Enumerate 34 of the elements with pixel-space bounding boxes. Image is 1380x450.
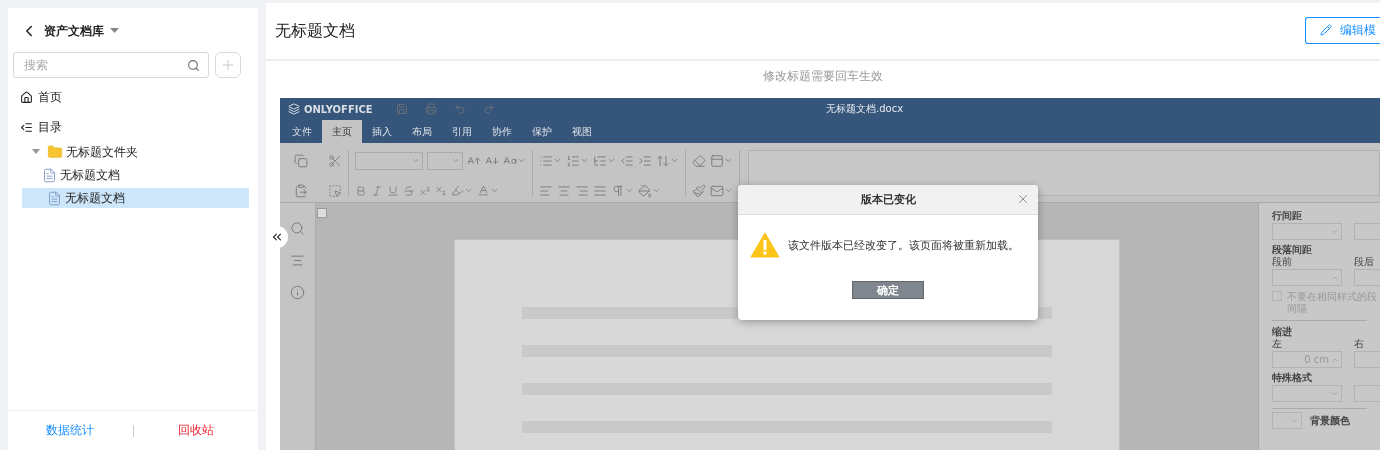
footer-link[interactable]: 回收站 [177,422,214,439]
tree-item[interactable]: 无标题文档 [22,165,249,185]
dialog-title: 版本已变化 [860,192,916,207]
hint-text: 修改标题需要回车生效 [762,68,884,85]
file-name: 无标题文档.docx [826,102,904,116]
ribbon-tab[interactable]: 引用 [442,120,482,143]
ribbon-tab[interactable]: 视图 [562,120,602,143]
nav-item[interactable]: 首页 [8,82,258,112]
ribbon-tab[interactable]: 协作 [482,120,522,143]
editor-logo: ONLYOFFICE [288,103,396,115]
tree-item[interactable]: 无标题文件夹 [22,142,249,162]
ribbon-tab[interactable]: 布局 [402,120,442,143]
panel-label: 右 [1354,338,1364,350]
panel-label: 段前 [1272,256,1293,268]
ribbon-tab[interactable]: 主页 [322,120,362,143]
panel-label: 特殊格式 [1272,371,1313,384]
library-title[interactable]: 资产文档库 [44,22,104,40]
panel-label: 缩进 [1272,325,1293,338]
footer-link[interactable]: 数据统计 [46,422,95,439]
panel-label: 段后 [1354,256,1374,268]
ribbon-tab[interactable]: 文件 [282,120,322,143]
edit-mode-button[interactable]: 编辑模 [1305,16,1380,44]
panel-label: 背景颜色 [1310,414,1350,427]
panel-label: 行间距 [1272,209,1303,222]
tree-item[interactable]: 无标题文档 [22,188,249,208]
ribbon-tab[interactable]: 保护 [522,120,562,143]
ok-button[interactable]: 确定 [852,281,924,299]
nav-item[interactable]: 目录 [8,112,258,142]
dialog-message: 该文件版本已经改变了。该页面将被重新加载。 [788,237,1019,253]
search-box[interactable]: 搜索 [13,52,209,78]
panel-label: 段落间距 [1272,243,1313,256]
document-title: 无标题文档 [275,20,355,42]
panel-label: 左 [1272,338,1283,350]
ribbon-tab[interactable]: 插入 [362,120,402,143]
